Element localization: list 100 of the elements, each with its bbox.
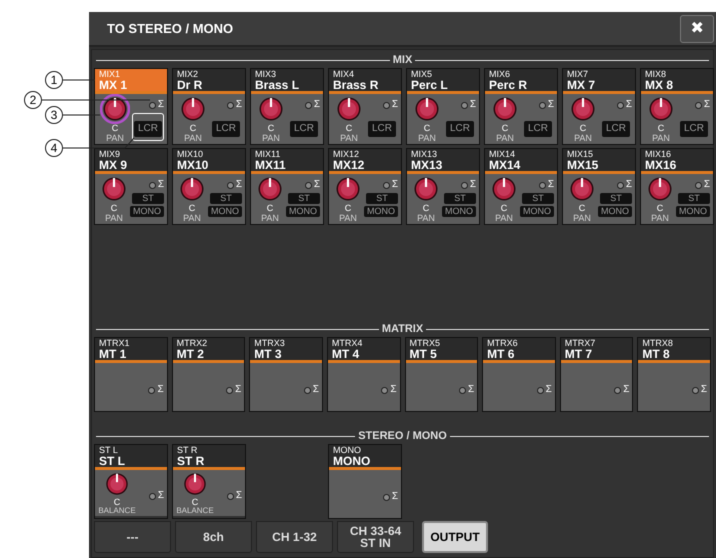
channel-header[interactable]: MIX2 Dr R bbox=[173, 69, 245, 94]
indicator-icon bbox=[382, 102, 390, 108]
sum-symbol: Σ bbox=[700, 385, 707, 395]
lcr-button[interactable]: LCR bbox=[602, 121, 630, 137]
lcr-button[interactable]: LCR bbox=[680, 121, 708, 137]
pan-label: PAN bbox=[261, 213, 279, 223]
channel-name: MX15 bbox=[567, 159, 600, 171]
mono-button[interactable]: MONO bbox=[286, 206, 320, 217]
close-button[interactable]: ✖ bbox=[680, 14, 714, 42]
tab[interactable]: CH 1-32 bbox=[256, 521, 333, 553]
channel-name: MX16 bbox=[645, 159, 678, 171]
channel-header[interactable]: MIX6 Perc R bbox=[485, 69, 557, 94]
channel-name: MT 3 bbox=[254, 348, 283, 360]
channel-header[interactable]: MIX12 MX12 bbox=[329, 149, 401, 174]
channel-label: MIX3 bbox=[255, 69, 278, 79]
indicator-icon bbox=[536, 386, 544, 394]
channel-name: MX13 bbox=[411, 159, 444, 171]
mono-button[interactable]: MONO bbox=[130, 206, 164, 217]
channel-label: MIX9 bbox=[99, 149, 122, 159]
lcr-button[interactable]: LCR bbox=[134, 121, 162, 137]
pan-value: C bbox=[422, 204, 430, 213]
channel-header[interactable]: MIX13 MX13 bbox=[407, 149, 479, 174]
channel-name: Perc L bbox=[411, 79, 449, 91]
channel-header[interactable]: MTRX6 MT 6 bbox=[483, 338, 555, 363]
callout-number: 4 bbox=[45, 139, 63, 157]
callout-number: 3 bbox=[45, 106, 63, 124]
channel-name: MT 5 bbox=[410, 348, 438, 360]
st-button[interactable]: ST bbox=[210, 193, 242, 204]
lcr-button[interactable]: LCR bbox=[290, 121, 318, 137]
indicator-icon bbox=[458, 386, 466, 394]
sum-symbol: Σ bbox=[626, 100, 632, 110]
channel-label: MIX13 bbox=[411, 149, 438, 159]
mono-button[interactable]: MONO bbox=[442, 206, 476, 217]
mono-button[interactable]: MONO bbox=[208, 206, 242, 217]
tab[interactable]: --- bbox=[94, 521, 171, 553]
st-button[interactable]: ST bbox=[366, 193, 398, 204]
channel-name: ST L bbox=[99, 455, 126, 467]
pan-label: PAN bbox=[340, 133, 358, 143]
pan-value: C bbox=[658, 124, 664, 133]
st-button[interactable]: ST bbox=[288, 193, 320, 204]
channel-header[interactable]: MIX7 MX 7 bbox=[563, 69, 635, 94]
st-button[interactable]: ST bbox=[522, 193, 554, 204]
indicator-icon bbox=[694, 182, 702, 188]
channel-label: MTRX5 bbox=[410, 338, 442, 348]
indicator-icon bbox=[538, 102, 546, 108]
lcr-button[interactable]: LCR bbox=[524, 121, 552, 137]
callout-number: 1 bbox=[45, 71, 63, 89]
channel-name: MT 6 bbox=[487, 348, 516, 360]
pan-label: PAN bbox=[496, 133, 514, 143]
channel-name: MX10 bbox=[177, 159, 210, 171]
st-button[interactable]: ST bbox=[600, 193, 632, 204]
mono-button[interactable]: MONO bbox=[598, 206, 632, 217]
channel-header[interactable]: MIX8 MX 8 bbox=[641, 69, 713, 94]
tab[interactable]: 8ch bbox=[175, 521, 252, 553]
channel-header[interactable]: ST L ST L bbox=[95, 445, 167, 470]
st-button[interactable]: ST bbox=[678, 193, 710, 204]
channel-header[interactable]: MIX10 MX10 bbox=[173, 149, 245, 174]
mono-button[interactable]: MONO bbox=[676, 206, 710, 217]
st-button[interactable]: ST bbox=[444, 193, 476, 204]
sum-symbol: Σ bbox=[392, 100, 398, 110]
sum-symbol: Σ bbox=[236, 100, 242, 110]
mono-button[interactable]: MONO bbox=[364, 206, 398, 217]
channel-header[interactable]: MTRX5 MT 5 bbox=[406, 338, 478, 363]
channel-header[interactable]: MIX14 MX14 bbox=[485, 149, 557, 174]
channel-header[interactable]: MTRX8 MT 8 bbox=[638, 338, 710, 363]
channel-header[interactable]: MTRX3 MT 3 bbox=[250, 338, 322, 363]
channel-header[interactable]: MIX15 MX15 bbox=[563, 149, 635, 174]
lcr-button[interactable]: LCR bbox=[368, 121, 396, 137]
channel-header[interactable]: MTRX2 MT 2 bbox=[172, 338, 244, 363]
channel-label: MIX11 bbox=[255, 149, 282, 159]
channel-header[interactable]: MIX16 MX16 bbox=[641, 149, 713, 174]
section-label: MIX bbox=[392, 54, 412, 66]
channel-name: Brass R bbox=[333, 79, 380, 91]
channel-header[interactable]: MIX4 Brass R bbox=[329, 69, 401, 94]
tab[interactable]: CH 33-64 ST IN bbox=[337, 521, 414, 553]
pan-label: PAN bbox=[339, 213, 357, 223]
indicator-icon bbox=[148, 102, 156, 108]
indicator-icon bbox=[304, 182, 312, 188]
channel-header[interactable]: MIX9 MX 9 bbox=[95, 149, 167, 174]
channel-header[interactable]: MTRX7 MT 7 bbox=[560, 338, 632, 363]
channel-name: MX12 bbox=[333, 159, 366, 171]
channel-header[interactable]: MONO MONO bbox=[329, 445, 401, 470]
tab[interactable]: OUTPUT bbox=[422, 521, 488, 553]
channel-header[interactable]: MIX11 MX11 bbox=[251, 149, 323, 174]
st-button[interactable]: ST bbox=[132, 193, 164, 204]
sum-symbol: Σ bbox=[392, 492, 398, 502]
mono-button[interactable]: MONO bbox=[520, 206, 554, 217]
channel-header[interactable]: MIX3 Brass L bbox=[251, 69, 323, 94]
pan-value: C bbox=[344, 204, 352, 213]
channel-header[interactable]: ST R ST R bbox=[173, 445, 245, 470]
sum-symbol: Σ bbox=[236, 180, 242, 190]
channel-header[interactable]: MTRX4 MT 4 bbox=[328, 338, 400, 363]
channel-header[interactable]: MTRX1 MT 1 bbox=[95, 338, 167, 363]
channel-label: MTRX8 bbox=[642, 338, 674, 348]
lcr-button[interactable]: LCR bbox=[212, 121, 240, 137]
indicator-icon bbox=[148, 492, 156, 500]
pan-knob[interactable] bbox=[100, 94, 130, 124]
lcr-button[interactable]: LCR bbox=[446, 121, 474, 137]
pan-label: PAN bbox=[418, 133, 436, 143]
channel-header[interactable]: MIX5 Perc L bbox=[407, 69, 479, 94]
